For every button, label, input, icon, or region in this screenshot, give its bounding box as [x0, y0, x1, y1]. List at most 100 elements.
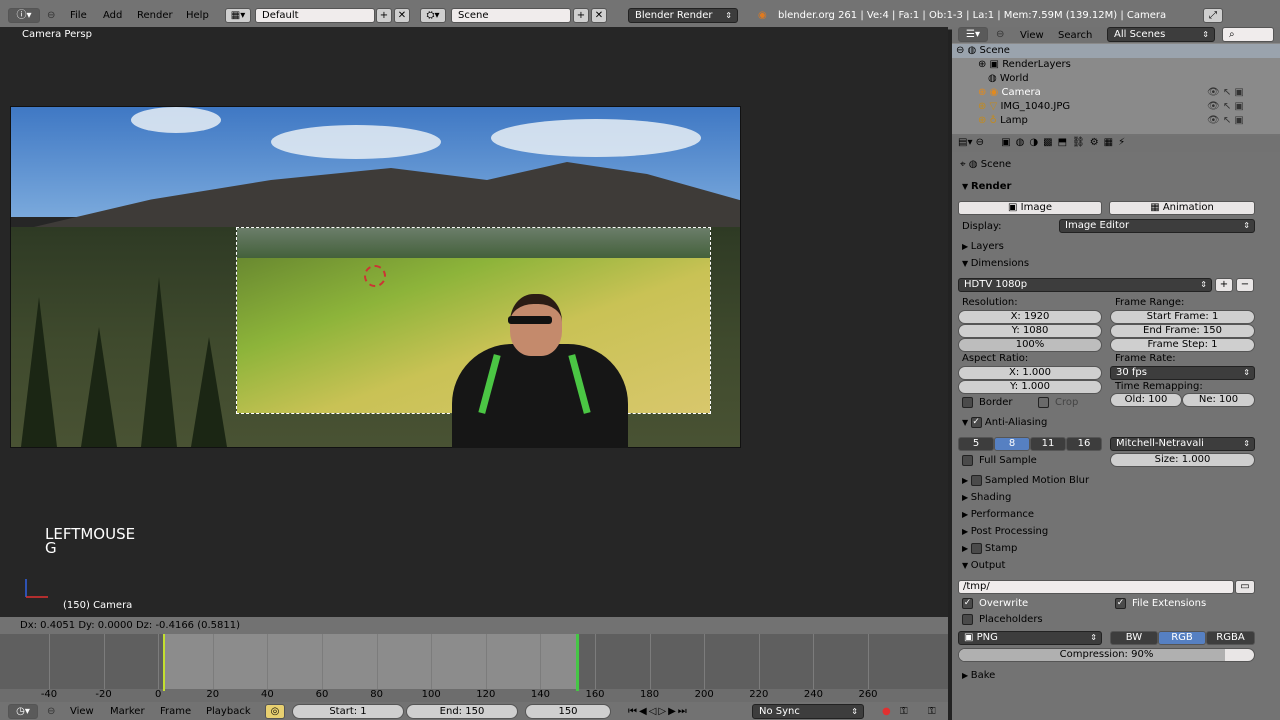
current-frame-marker[interactable]	[576, 634, 579, 691]
aspect-x-field[interactable]: X: 1.000	[958, 366, 1102, 380]
aa-sample-5[interactable]: 5	[958, 437, 994, 451]
menu-view[interactable]: View	[1020, 28, 1044, 43]
sync-select[interactable]: No Sync ⇕	[752, 704, 864, 719]
motion-blur-checkbox[interactable]	[970, 474, 982, 486]
anti-aliasing-checkbox[interactable]: ✓	[970, 416, 982, 428]
record-icon[interactable]: ●	[882, 705, 891, 718]
add-layout-button[interactable]: +	[376, 8, 392, 23]
panel-performance[interactable]: ▶ Performance	[952, 508, 1280, 522]
menu-frame[interactable]: Frame	[160, 705, 191, 718]
start-frame-field[interactable]: Start: 1	[292, 704, 404, 719]
aa-filter-select[interactable]: Mitchell-Netravali ⇕	[1110, 437, 1255, 451]
outliner-item-renderlayers[interactable]: ⊕ ▣ RenderLayers	[952, 58, 1280, 72]
add-preset-button[interactable]: +	[1215, 278, 1233, 292]
render-animation-button[interactable]: ▦ Animation	[1109, 201, 1255, 215]
3d-cursor-icon[interactable]	[364, 265, 386, 287]
outliner-item-image[interactable]: ⊕ ▽ IMG_1040.JPG 👁 ↖ ▣	[952, 100, 1280, 114]
panel-output[interactable]: ▼ Output	[952, 559, 1280, 573]
panel-stamp[interactable]: ▶ Stamp	[952, 542, 1280, 556]
aspect-y-field[interactable]: Y: 1.000	[958, 380, 1102, 394]
properties-editor[interactable]: ▤▾ ⊖ ▣◍◑▩⬒⛓⚙▦⚡ ⌖ ◍ Scene ▼ Render ▣ Imag…	[952, 134, 1280, 720]
menu-playback[interactable]: Playback	[206, 705, 251, 718]
color-rgb-button[interactable]: RGB	[1158, 631, 1206, 645]
visibility-icon[interactable]: 👁 ↖ ▣	[1207, 114, 1244, 128]
resolution-x-field[interactable]: X: 1920	[958, 310, 1102, 324]
aa-sample-8[interactable]: 8	[994, 437, 1030, 451]
editor-type-icon[interactable]: ⓘ▾	[8, 8, 40, 23]
timeline[interactable]: -40 -20 0 20 40 60 80 100 120 140 160 180 200 220 240 2…	[0, 634, 948, 702]
outliner-item-lamp[interactable]: ⊕ ♁ Lamp 👁 ↖ ▣	[952, 114, 1280, 128]
panel-motion-blur[interactable]: ▶ Sampled Motion Blur	[952, 474, 1280, 488]
preset-select[interactable]: HDTV 1080p ⇕	[958, 278, 1212, 292]
remove-preset-button[interactable]: −	[1236, 278, 1254, 292]
collapse-icon[interactable]: ⊖	[996, 27, 1004, 42]
aa-size-field[interactable]: Size: 1.000	[1110, 453, 1255, 467]
stamp-checkbox[interactable]	[970, 542, 982, 554]
visibility-icon[interactable]: 👁 ↖ ▣	[1207, 86, 1244, 100]
color-rgba-button[interactable]: RGBA	[1206, 631, 1255, 645]
panel-dimensions[interactable]: ▼ Dimensions	[952, 257, 1280, 271]
preview-range-icon[interactable]: ◎	[265, 704, 285, 719]
display-mode-select[interactable]: All Scenes ⇕	[1107, 27, 1215, 42]
scene-field[interactable]: Scene	[451, 8, 571, 23]
editor-type-icon[interactable]: ◷▾	[8, 704, 38, 719]
keyframe-icon[interactable]: ⚿	[928, 705, 936, 718]
render-image-button[interactable]: ▣ Image	[958, 201, 1102, 215]
menu-add[interactable]: Add	[103, 8, 122, 23]
playback-controls-icon[interactable]: ⏮◀◁▷▶⏭	[628, 705, 689, 718]
file-extensions-checkbox[interactable]: ✓	[1115, 598, 1126, 609]
aa-sample-11[interactable]: 11	[1030, 437, 1066, 451]
scene-icon[interactable]: ⛭▾	[420, 8, 446, 23]
outliner-item-world[interactable]: ◍ World	[952, 72, 1280, 86]
outliner-item-camera[interactable]: ⊕ ◉ Camera 👁 ↖ ▣	[952, 86, 1280, 100]
output-path-input[interactable]: /tmp/	[958, 580, 1234, 594]
display-select[interactable]: Image Editor ⇕	[1059, 219, 1255, 233]
end-frame-field[interactable]: End Frame: 150	[1110, 324, 1255, 338]
menu-view[interactable]: View	[70, 705, 94, 718]
pin-icon[interactable]: ⌖ ◍	[960, 159, 981, 170]
fullscreen-icon[interactable]: ⤢	[1203, 8, 1223, 23]
menu-marker[interactable]: Marker	[110, 705, 145, 718]
panel-layers[interactable]: ▶ Layers	[952, 240, 1280, 254]
editor-type-icon[interactable]: ☰▾	[958, 27, 988, 42]
add-scene-button[interactable]: +	[573, 8, 589, 23]
menu-search[interactable]: Search	[1058, 28, 1092, 43]
menu-render[interactable]: Render	[137, 8, 173, 23]
remap-old-field[interactable]: Old: 100	[1110, 393, 1182, 407]
color-bw-button[interactable]: BW	[1110, 631, 1158, 645]
end-frame-field[interactable]: End: 150	[406, 704, 518, 719]
remap-new-field[interactable]: Ne: 100	[1182, 393, 1255, 407]
resolution-percent-field[interactable]: 100%	[958, 338, 1102, 352]
overwrite-checkbox[interactable]: ✓	[962, 598, 973, 609]
3d-viewport[interactable]: Camera Persp LEFTMOUSE G (150) Camera	[0, 27, 948, 617]
outliner[interactable]: ☰▾ ⊖ View Search All Scenes ⇕ ⌕ ⊖ ◍ Scene…	[952, 27, 1280, 134]
context-tabs-icon[interactable]: ▣◍◑▩⬒⛓⚙▦⚡	[1001, 137, 1130, 148]
full-sample-checkbox[interactable]	[962, 455, 973, 466]
render-engine-select[interactable]: Blender Render ⇕	[628, 8, 738, 23]
menu-help[interactable]: Help	[186, 8, 209, 23]
folder-icon[interactable]: ▭	[1235, 580, 1255, 594]
menu-file[interactable]: File	[70, 8, 87, 23]
file-format-select[interactable]: ▣ PNG ⇕	[958, 631, 1102, 645]
panel-bake[interactable]: ▶ Bake	[952, 669, 1280, 683]
panel-shading[interactable]: ▶ Shading	[952, 491, 1280, 505]
screen-layout-icon[interactable]: ▦▾	[225, 8, 251, 23]
editor-type-icon[interactable]: ▤▾ ⊖	[958, 137, 984, 148]
panel-post-processing[interactable]: ▶ Post Processing	[952, 525, 1280, 539]
frame-step-field[interactable]: Frame Step: 1	[1110, 338, 1255, 352]
placeholders-checkbox[interactable]	[962, 614, 973, 625]
crop-checkbox[interactable]	[1038, 397, 1049, 408]
search-input[interactable]: ⌕	[1222, 27, 1274, 42]
visibility-icon[interactable]: 👁 ↖ ▣	[1207, 100, 1244, 114]
panel-render[interactable]: ▼ Render	[952, 180, 1280, 194]
compression-slider[interactable]: Compression: 90%	[958, 648, 1255, 662]
start-frame-field[interactable]: Start Frame: 1	[1110, 310, 1255, 324]
collapse-icon[interactable]: ⊖	[47, 8, 55, 23]
keying-icon[interactable]: ⚿	[900, 705, 908, 718]
current-frame-field[interactable]: 150	[525, 704, 611, 719]
aa-sample-16[interactable]: 16	[1066, 437, 1102, 451]
panel-anti-aliasing[interactable]: ▼ ✓ Anti-Aliasing	[952, 416, 1280, 430]
remove-layout-button[interactable]: ✕	[394, 8, 410, 23]
resolution-y-field[interactable]: Y: 1080	[958, 324, 1102, 338]
border-checkbox[interactable]	[962, 397, 973, 408]
